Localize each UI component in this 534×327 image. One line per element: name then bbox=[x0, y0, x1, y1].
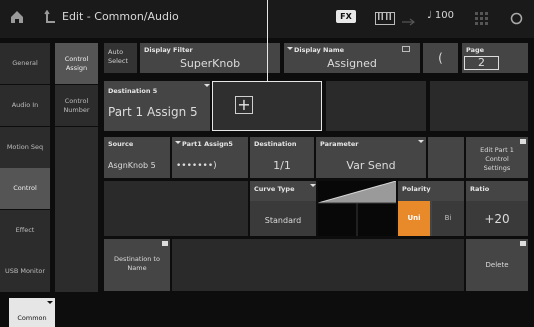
part-assign-value: •••••••) bbox=[176, 161, 217, 171]
parameter-field[interactable]: Parameter Var Send bbox=[316, 137, 426, 178]
back-icon[interactable] bbox=[44, 9, 56, 23]
destination-field[interactable]: Destination 1/1 bbox=[250, 137, 314, 178]
ratio-field[interactable]: Ratio +20 bbox=[466, 181, 528, 236]
destination-dropdown-icon bbox=[204, 84, 210, 87]
curve-type-dropdown-icon bbox=[310, 184, 316, 187]
bottom-row-empty bbox=[172, 239, 464, 291]
parameter-dropdown-icon bbox=[418, 140, 424, 143]
source-label: Source bbox=[108, 140, 134, 148]
destination-row-empty-2 bbox=[430, 81, 528, 131]
source-field[interactable]: Source AsgnKnob 5 bbox=[104, 137, 170, 178]
subtab-control-assign[interactable]: Control Assign bbox=[55, 43, 98, 84]
display-filter-field[interactable]: Display Filter SuperKnob bbox=[140, 43, 280, 73]
curve-graph bbox=[317, 180, 397, 236]
common-tab-dropdown-icon bbox=[47, 301, 53, 304]
display-filter-value: SuperKnob bbox=[179, 57, 241, 70]
tab-general[interactable]: General bbox=[0, 43, 50, 84]
keyboard-icon[interactable] bbox=[375, 10, 395, 25]
page-label: Page bbox=[466, 46, 485, 54]
tempo-display[interactable]: ♩ 100 bbox=[427, 10, 454, 21]
tab-control[interactable]: Control bbox=[0, 168, 50, 209]
tab-common[interactable]: Common bbox=[9, 298, 55, 327]
home-icon[interactable] bbox=[8, 8, 26, 26]
polarity-bi-button[interactable]: Bi bbox=[432, 201, 464, 236]
part-assign-label: Part1 Assign5 bbox=[182, 140, 233, 148]
curve-type-label: Curve Type bbox=[254, 185, 295, 193]
power-icon[interactable] bbox=[510, 10, 523, 25]
destination-select-label: Destination 5 bbox=[108, 87, 158, 95]
display-name-field[interactable]: Display Name Assigned bbox=[284, 43, 420, 73]
common-tab-label: Common bbox=[17, 314, 47, 322]
delete-label: Delete bbox=[485, 261, 509, 269]
page-value: 2 bbox=[464, 56, 499, 70]
auto-select-label: Auto Select bbox=[108, 48, 129, 65]
destination-to-name-button[interactable]: Destination to Name bbox=[104, 239, 170, 291]
ratio-value: +20 bbox=[484, 212, 510, 226]
subtab-filler bbox=[55, 127, 98, 292]
parameter-value: Var Send bbox=[346, 159, 396, 172]
add-destination-button[interactable]: + bbox=[212, 81, 322, 131]
destination-row-empty-1 bbox=[326, 81, 426, 131]
curve-type-value: Standard bbox=[264, 216, 302, 225]
display-filter-label: Display Filter bbox=[144, 46, 193, 54]
destination-to-name-corner-icon bbox=[162, 241, 168, 246]
parameter-row-empty bbox=[428, 137, 464, 178]
usb-icon bbox=[401, 12, 415, 26]
destination-select[interactable]: Destination 5 Part 1 Assign 5 bbox=[104, 81, 210, 131]
fx-badge[interactable]: FX bbox=[336, 10, 356, 23]
callout-line bbox=[267, 0, 268, 81]
page-prev-icon: ( bbox=[438, 51, 443, 65]
polarity-label: Polarity bbox=[402, 185, 431, 193]
curve-graph-svg bbox=[317, 180, 397, 236]
tab-motion-seq[interactable]: Motion Seq bbox=[0, 127, 50, 168]
page-prev-button[interactable]: ( bbox=[423, 43, 458, 73]
grid-icon[interactable] bbox=[475, 10, 489, 25]
ratio-label: Ratio bbox=[470, 185, 490, 193]
destination-label: Destination bbox=[254, 140, 297, 148]
destination-value: 1/1 bbox=[273, 159, 291, 172]
tab-effect[interactable]: Effect bbox=[0, 210, 50, 251]
delete-corner-icon bbox=[520, 241, 526, 246]
curve-row-empty bbox=[104, 181, 248, 236]
tab-usb-monitor[interactable]: USB Monitor bbox=[0, 251, 50, 292]
edit-part-corner-icon bbox=[520, 139, 526, 144]
edit-part-label: Edit Part 1 Control Settings bbox=[480, 146, 514, 172]
part-assign-dropdown-icon bbox=[175, 141, 181, 144]
polarity-field: Polarity Uni Bi bbox=[398, 181, 464, 236]
add-icon: + bbox=[235, 96, 253, 114]
page-field[interactable]: Page 2 bbox=[462, 43, 528, 73]
parameter-label: Parameter bbox=[320, 140, 359, 148]
source-value: AsgnKnob 5 bbox=[108, 161, 156, 170]
auto-select-button[interactable]: Auto Select bbox=[104, 43, 137, 73]
display-name-label: Display Name bbox=[294, 46, 345, 54]
delete-button[interactable]: Delete bbox=[466, 239, 528, 291]
part-assign-field[interactable]: Part1 Assign5 •••••••) bbox=[172, 137, 248, 178]
display-name-value: Assigned bbox=[327, 57, 377, 70]
bottom-strip bbox=[0, 297, 534, 327]
edit-part-control-settings-button[interactable]: Edit Part 1 Control Settings bbox=[466, 137, 528, 178]
destination-to-name-label: Destination to Name bbox=[114, 255, 160, 272]
tab-audio-in[interactable]: Audio In bbox=[0, 85, 50, 126]
subtab-control-number[interactable]: Control Number bbox=[55, 85, 98, 126]
display-name-dropdown-icon bbox=[287, 47, 293, 50]
polarity-uni-button[interactable]: Uni bbox=[398, 201, 430, 236]
destination-select-value: Part 1 Assign 5 bbox=[108, 105, 198, 119]
page-title: Edit - Common/Audio bbox=[62, 10, 179, 23]
display-name-edit-icon bbox=[402, 46, 410, 52]
curve-type-field[interactable]: Curve Type Standard bbox=[250, 181, 316, 236]
